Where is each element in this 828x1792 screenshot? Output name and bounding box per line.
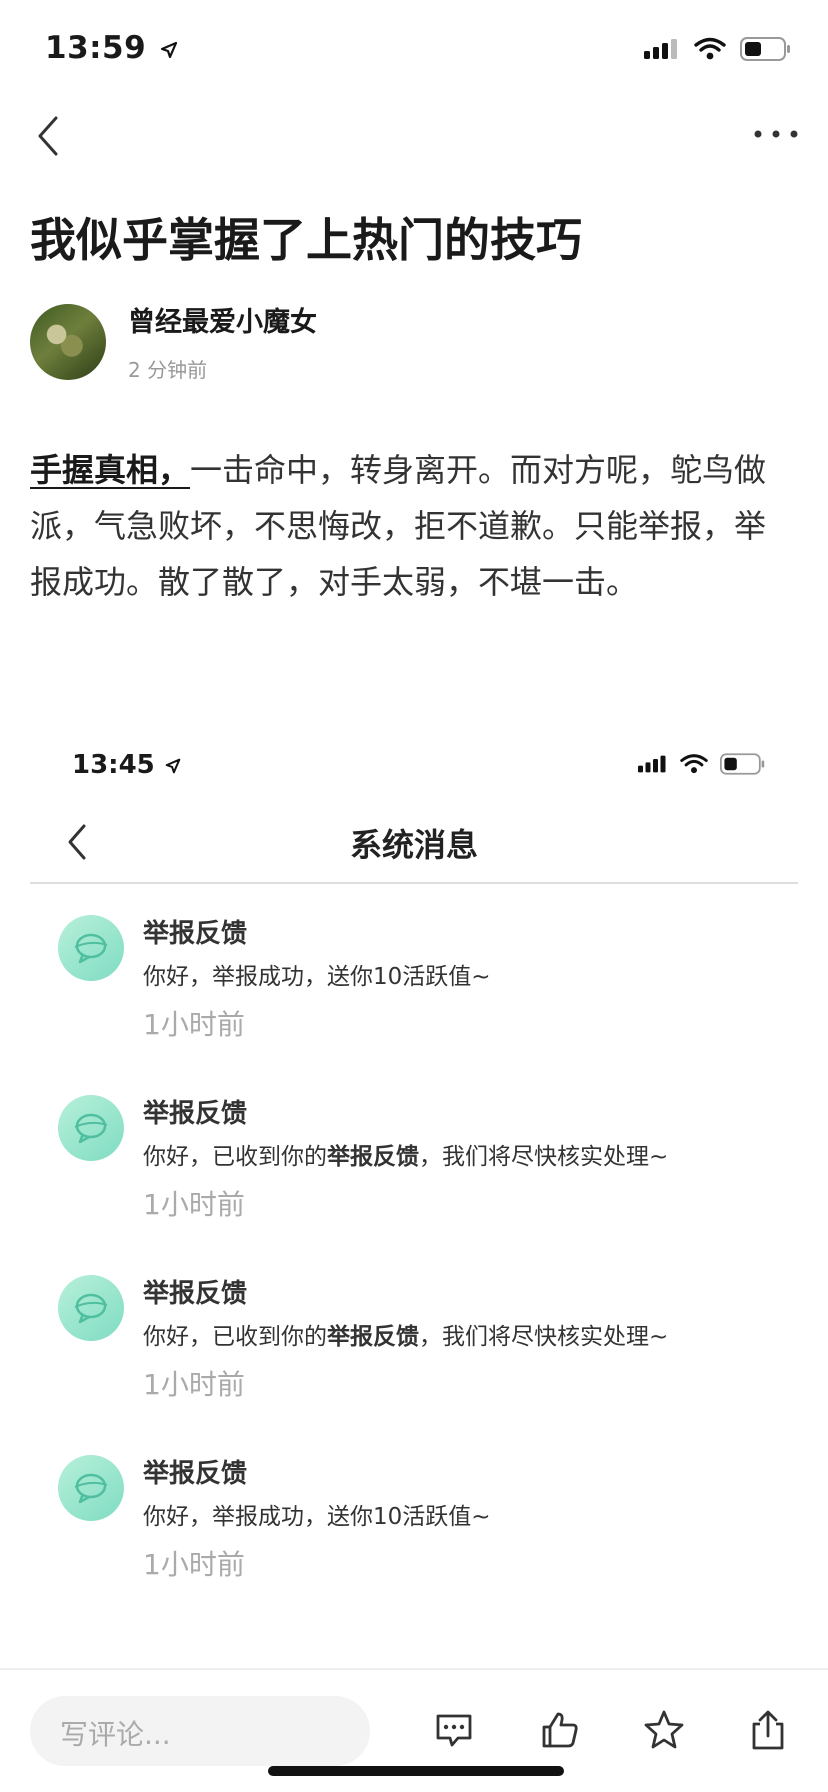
- message-title: 举报反馈: [143, 1459, 248, 1489]
- article-title: 我似乎掌握了上热门的技巧: [30, 213, 582, 267]
- avatar[interactable]: [30, 304, 106, 380]
- message-text-a: 你好，举报成功，送你10活跃值~: [143, 1504, 491, 1530]
- share-icon: [752, 1710, 784, 1750]
- list-item: 举报反馈 你好，已收到你的举报反馈，我们将尽快核实处理~ 1小时前: [0, 1085, 828, 1265]
- embedded-status-icons: [638, 752, 766, 776]
- message-text-a: 你好，已收到你的: [143, 1144, 327, 1170]
- list-item: 举报反馈 你好，举报成功，送你10活跃值~ 1小时前: [0, 1445, 828, 1625]
- body-highlight: 手握真相，: [30, 451, 191, 489]
- message-text-a: 你好，已收到你的: [143, 1324, 327, 1350]
- embedded-page-title: 系统消息: [349, 826, 478, 864]
- message-title: 举报反馈: [143, 1099, 248, 1129]
- embedded-status-time: 13:45: [72, 750, 182, 780]
- comment-input[interactable]: 写评论...: [30, 1696, 370, 1766]
- message-text-a: 你好，举报成功，送你10活跃值~: [143, 964, 491, 990]
- home-indicator[interactable]: [268, 1766, 564, 1776]
- cellular-signal-icon: [644, 39, 677, 59]
- like-button[interactable]: [538, 1708, 582, 1752]
- message-time: 1小时前: [143, 1188, 245, 1221]
- back-button[interactable]: [26, 110, 74, 162]
- list-item: 举报反馈 你好，举报成功，送你10活跃值~ 1小时前: [0, 905, 828, 1085]
- more-options-button[interactable]: [750, 120, 802, 148]
- message-text: 你好，举报成功，送你10活跃值~: [143, 1497, 491, 1531]
- location-arrow-icon: [161, 41, 178, 58]
- message-title: 举报反馈: [143, 1279, 248, 1309]
- chat-bubble-icon: [58, 1275, 124, 1341]
- star-icon: [644, 1710, 684, 1749]
- location-arrow-icon: [165, 758, 181, 773]
- message-title: 举报反馈: [143, 919, 248, 949]
- comment-icon: [436, 1714, 472, 1747]
- message-text-b: ，我们将尽快核实处理~: [419, 1324, 669, 1350]
- chat-bubble-icon: [58, 1095, 124, 1161]
- message-time: 1小时前: [143, 1368, 245, 1401]
- more-dots-icon: [754, 130, 798, 138]
- article-body: 手握真相，一击命中，转身离开。而对方呢，鸵鸟做派，气急败坏，不思悔改，拒不道歉。…: [30, 442, 790, 610]
- author-name[interactable]: 曾经最爱小魔女: [128, 300, 317, 339]
- chat-bubble-icon: [58, 915, 124, 981]
- message-text-b: ，我们将尽快核实处理~: [419, 1144, 669, 1170]
- status-time: 13:59: [45, 30, 179, 66]
- chat-bubble-icon: [58, 1455, 124, 1521]
- thumbs-up-icon: [542, 1712, 578, 1748]
- comment-button[interactable]: [432, 1708, 476, 1752]
- message-text: 你好，已收到你的举报反馈，我们将尽快核实处理~: [143, 1317, 668, 1351]
- battery-icon: [720, 753, 765, 775]
- status-time-text: 13:59: [45, 30, 147, 66]
- cellular-signal-icon: [638, 755, 666, 773]
- message-time: 1小时前: [143, 1548, 245, 1581]
- battery-icon: [740, 37, 790, 61]
- message-text: 你好，已收到你的举报反馈，我们将尽快核实处理~: [143, 1137, 668, 1171]
- embedded-status-time-text: 13:45: [72, 750, 155, 780]
- favorite-button[interactable]: [642, 1708, 686, 1752]
- message-text: 你好，举报成功，送你10活跃值~: [143, 957, 491, 991]
- wifi-icon: [680, 754, 708, 774]
- bottom-divider: [0, 1668, 828, 1670]
- chevron-left-icon: [38, 116, 58, 156]
- list-item: 举报反馈 你好，已收到你的举报反馈，我们将尽快核实处理~ 1小时前: [0, 1265, 828, 1445]
- share-button[interactable]: [746, 1708, 790, 1752]
- status-icons: [644, 36, 792, 62]
- divider: [30, 882, 798, 884]
- wifi-icon: [694, 37, 726, 60]
- comment-placeholder: 写评论...: [60, 1718, 171, 1751]
- message-text-bold: 举报反馈: [327, 1144, 419, 1170]
- post-time: 2 分钟前: [128, 358, 208, 382]
- message-text-bold: 举报反馈: [327, 1324, 419, 1350]
- message-time: 1小时前: [143, 1008, 245, 1041]
